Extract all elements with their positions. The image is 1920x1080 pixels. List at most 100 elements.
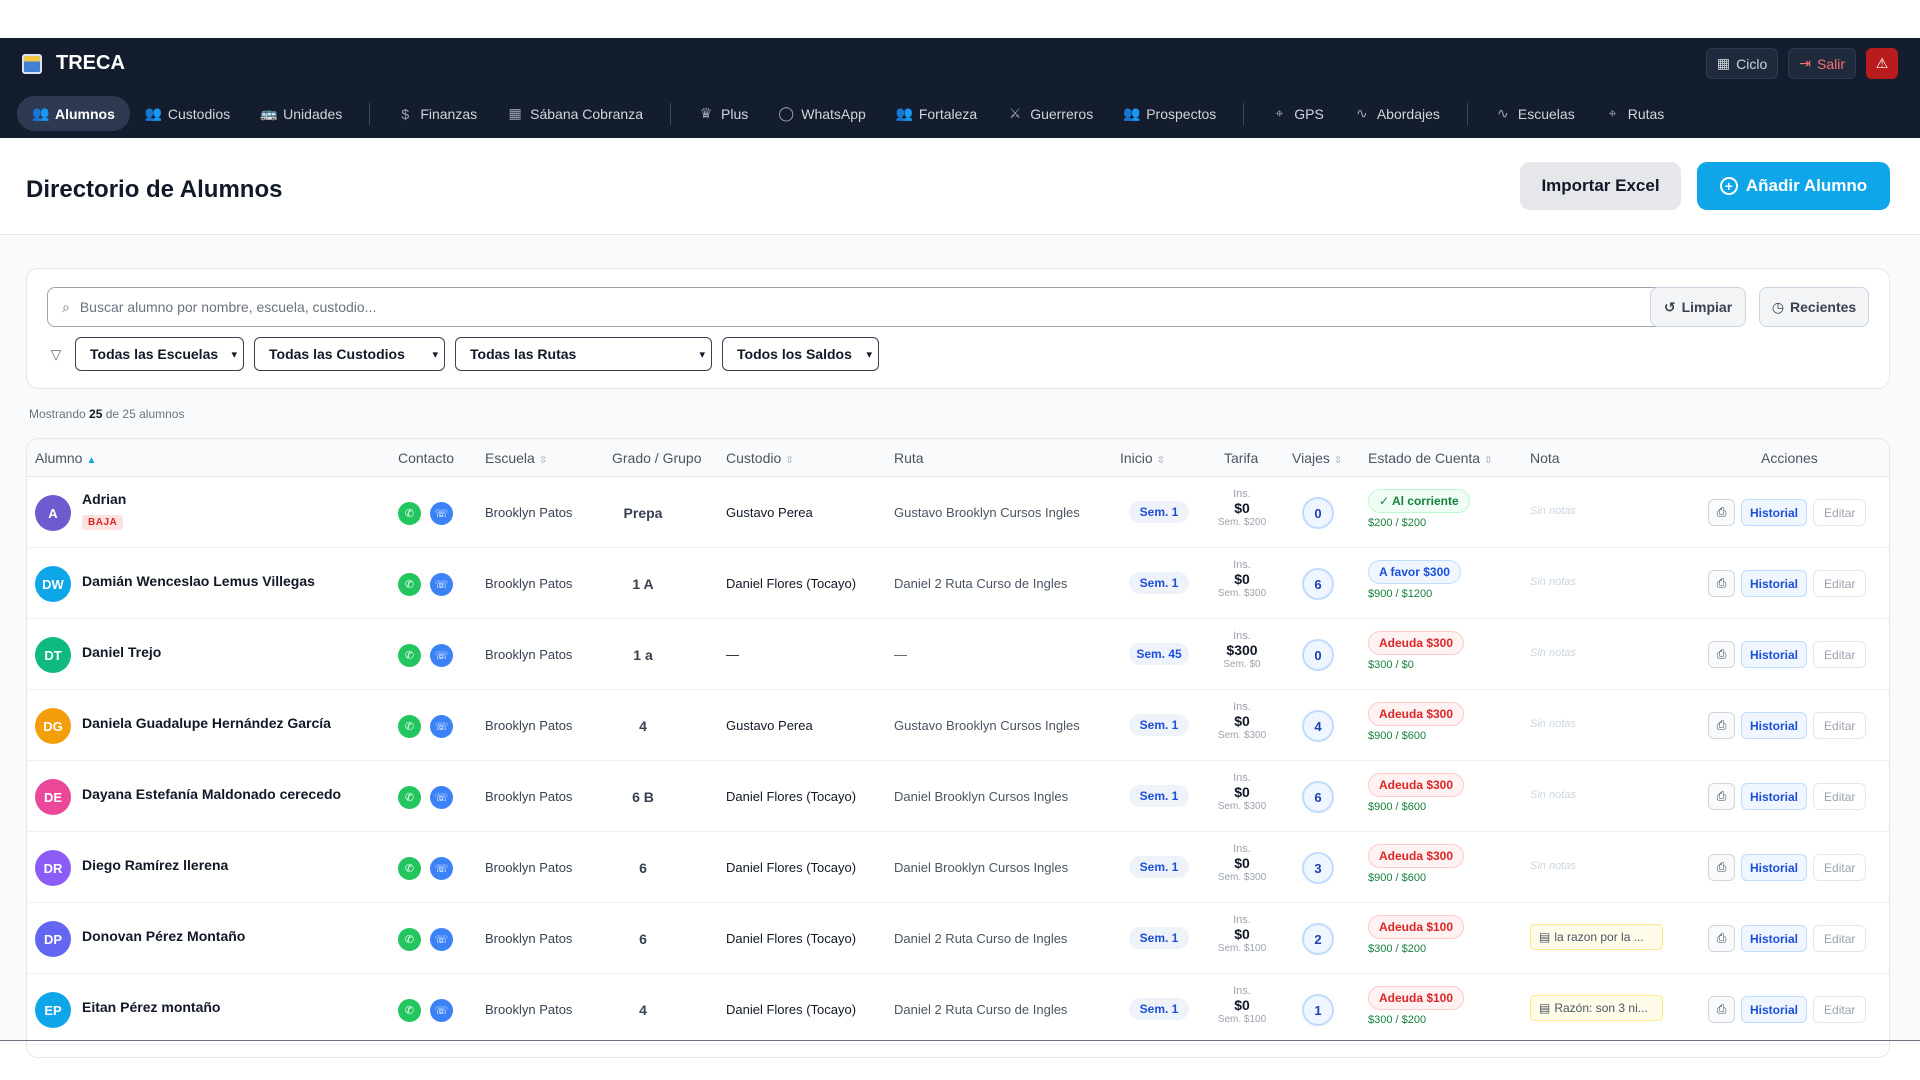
print-icon[interactable]: ⎙ bbox=[1708, 499, 1735, 526]
history-button[interactable]: Historial bbox=[1741, 570, 1808, 597]
history-button[interactable]: Historial bbox=[1741, 499, 1808, 526]
student-name[interactable]: Diego Ramírez llerena bbox=[82, 857, 228, 873]
nav-item-finanzas[interactable]: $ Finanzas bbox=[382, 96, 492, 131]
history-button[interactable]: Historial bbox=[1741, 854, 1808, 881]
search-field[interactable]: ⌕ bbox=[47, 287, 1664, 327]
col-inicio[interactable]: Inicio ⇳ bbox=[1120, 450, 1165, 466]
whatsapp-icon[interactable]: ✆ bbox=[398, 928, 421, 951]
print-icon[interactable]: ⎙ bbox=[1708, 925, 1735, 952]
custodian-select[interactable]: Todas las Custodios ▾ bbox=[254, 337, 445, 371]
recent-button[interactable]: ◷ Recientes bbox=[1759, 287, 1869, 327]
phone-icon[interactable]: ☏ bbox=[430, 928, 453, 951]
col-escuela[interactable]: Escuela ⇳ bbox=[485, 450, 547, 466]
whatsapp-icon[interactable]: ✆ bbox=[398, 644, 421, 667]
phone-icon[interactable]: ☏ bbox=[430, 786, 453, 809]
search-input[interactable] bbox=[79, 299, 1663, 315]
note-chip[interactable]: ▤ Razón: son 3 ni... bbox=[1530, 995, 1663, 1021]
crown-icon: ♛ bbox=[699, 105, 713, 121]
col-alumno[interactable]: Alumno ▲ bbox=[35, 450, 96, 466]
edit-button[interactable]: Editar bbox=[1813, 996, 1867, 1023]
history-button[interactable]: Historial bbox=[1741, 996, 1808, 1023]
phone-icon[interactable]: ☏ bbox=[430, 715, 453, 738]
history-button[interactable]: Historial bbox=[1741, 712, 1808, 739]
nav-item-fortaleza[interactable]: 👥 Fortaleza bbox=[881, 96, 992, 131]
nav-item-label: Finanzas bbox=[420, 105, 478, 122]
print-icon[interactable]: ⎙ bbox=[1708, 570, 1735, 597]
divider bbox=[0, 1040, 1920, 1041]
route-select[interactable]: Todas las Rutas ▾ bbox=[455, 337, 712, 371]
col-estado[interactable]: Estado de Cuenta ⇳ bbox=[1368, 450, 1492, 466]
col-custodio[interactable]: Custodio ⇳ bbox=[726, 450, 794, 466]
edit-button[interactable]: Editar bbox=[1813, 641, 1867, 668]
print-icon[interactable]: ⎙ bbox=[1708, 712, 1735, 739]
add-student-button[interactable]: + Añadir Alumno bbox=[1697, 162, 1890, 210]
table-row[interactable]: DP Donovan Pérez Montaño ✆ ☏ Brooklyn Patos 6… bbox=[27, 903, 1889, 974]
nav-item-escuelas[interactable]: ∿ Escuelas bbox=[1480, 96, 1590, 131]
table-row[interactable]: DR Diego Ramírez llerena ✆ ☏ Brooklyn Patos 6… bbox=[27, 832, 1889, 903]
print-icon[interactable]: ⎙ bbox=[1708, 854, 1735, 881]
whatsapp-icon[interactable]: ✆ bbox=[398, 573, 421, 596]
whatsapp-icon[interactable]: ✆ bbox=[398, 786, 421, 809]
phone-icon[interactable]: ☏ bbox=[430, 644, 453, 667]
table-row[interactable]: DT Daniel Trejo ✆ ☏ Brooklyn Patos 1 a — — Sem. … bbox=[27, 619, 1889, 690]
col-viajes[interactable]: Viajes ⇳ bbox=[1292, 450, 1342, 466]
print-icon[interactable]: ⎙ bbox=[1708, 641, 1735, 668]
table-row[interactable]: DE Dayana Estefanía Maldonado cerecedo ✆ ☏ B… bbox=[27, 761, 1889, 832]
phone-icon[interactable]: ☏ bbox=[430, 502, 453, 525]
print-icon[interactable]: ⎙ bbox=[1708, 783, 1735, 810]
table-row[interactable]: EP Eitan Pérez montaño ✆ ☏ Brooklyn Patos 4 Da… bbox=[27, 974, 1889, 1045]
student-name[interactable]: Adrian bbox=[82, 491, 126, 507]
school-select[interactable]: Todas las Escuelas ▾ bbox=[75, 337, 244, 371]
logout-button[interactable]: ⇥ Salir bbox=[1788, 48, 1856, 79]
whatsapp-icon[interactable]: ✆ bbox=[398, 999, 421, 1022]
clear-button[interactable]: ↺ Limpiar bbox=[1650, 287, 1746, 327]
edit-button[interactable]: Editar bbox=[1813, 854, 1867, 881]
route-cell: — bbox=[894, 647, 907, 662]
student-name[interactable]: Eitan Pérez montaño bbox=[82, 999, 220, 1015]
nav-item-abordajes[interactable]: ∿ Abordajes bbox=[1339, 96, 1455, 131]
table-row[interactable]: A Adrian BAJA ✆ ☏ Brooklyn Patos Prepa Gustavo … bbox=[27, 477, 1889, 548]
history-button[interactable]: Historial bbox=[1741, 783, 1808, 810]
whatsapp-icon[interactable]: ✆ bbox=[398, 715, 421, 738]
brand[interactable]: TRECA bbox=[22, 52, 125, 75]
nav-item-plus[interactable]: ♛ Plus bbox=[683, 96, 763, 131]
student-name[interactable]: Daniel Trejo bbox=[82, 644, 161, 660]
history-button[interactable]: Historial bbox=[1741, 925, 1808, 952]
note-chip[interactable]: ▤ la razon por la ... bbox=[1530, 924, 1663, 950]
nav-item-gps[interactable]: ⌖ GPS bbox=[1256, 96, 1339, 131]
custodian-cell: Daniel Flores (Tocayo) bbox=[726, 789, 857, 804]
nav-item-whatsapp[interactable]: ◯ WhatsApp bbox=[763, 96, 881, 131]
whatsapp-icon[interactable]: ✆ bbox=[398, 502, 421, 525]
print-icon[interactable]: ⎙ bbox=[1708, 996, 1735, 1023]
student-name[interactable]: Damián Wenceslao Lemus Villegas bbox=[82, 573, 315, 589]
student-name[interactable]: Daniela Guadalupe Hernández García bbox=[82, 715, 331, 731]
nav-item-custodios[interactable]: 👥 Custodios bbox=[130, 96, 245, 131]
phone-icon[interactable]: ☏ bbox=[430, 857, 453, 880]
edit-button[interactable]: Editar bbox=[1813, 925, 1867, 952]
nav-item-guerreros[interactable]: ⚔ Guerreros bbox=[992, 96, 1108, 131]
ciclo-button[interactable]: ▦ Ciclo bbox=[1705, 48, 1779, 79]
whatsapp-icon[interactable]: ✆ bbox=[398, 857, 421, 880]
balance-select[interactable]: Todos los Saldos ▾ bbox=[722, 337, 879, 371]
status-badge: ✓ Al corriente bbox=[1368, 489, 1470, 513]
edit-button[interactable]: Editar bbox=[1813, 783, 1867, 810]
import-excel-button[interactable]: Importar Excel bbox=[1520, 162, 1681, 210]
table-row[interactable]: DW Damián Wenceslao Lemus Villegas ✆ ☏ Brook… bbox=[27, 548, 1889, 619]
alert-button[interactable]: ⚠ bbox=[1866, 48, 1898, 79]
phone-icon[interactable]: ☏ bbox=[430, 573, 453, 596]
student-name[interactable]: Donovan Pérez Montaño bbox=[82, 928, 245, 944]
nav-item-rutas[interactable]: ⌖ Rutas bbox=[1590, 96, 1680, 131]
phone-icon[interactable]: ☏ bbox=[430, 999, 453, 1022]
edit-button[interactable]: Editar bbox=[1813, 712, 1867, 739]
table-row[interactable]: DG Daniela Guadalupe Hernández García ✆ ☏ Br… bbox=[27, 690, 1889, 761]
nav-item-alumnos[interactable]: 👥 Alumnos bbox=[17, 96, 130, 131]
nav-item-label: GPS bbox=[1294, 105, 1324, 122]
nav-item-unidades[interactable]: 🚌 Unidades bbox=[245, 96, 357, 131]
student-name[interactable]: Dayana Estefanía Maldonado cerecedo bbox=[82, 786, 341, 802]
nav-item-sábana-cobranza[interactable]: ▦ Sábana Cobranza bbox=[492, 96, 658, 131]
history-button[interactable]: Historial bbox=[1741, 641, 1808, 668]
nav-item-prospectos[interactable]: 👥 Prospectos bbox=[1108, 96, 1231, 131]
avatar: A bbox=[35, 495, 71, 531]
edit-button[interactable]: Editar bbox=[1813, 570, 1867, 597]
edit-button[interactable]: Editar bbox=[1813, 499, 1867, 526]
